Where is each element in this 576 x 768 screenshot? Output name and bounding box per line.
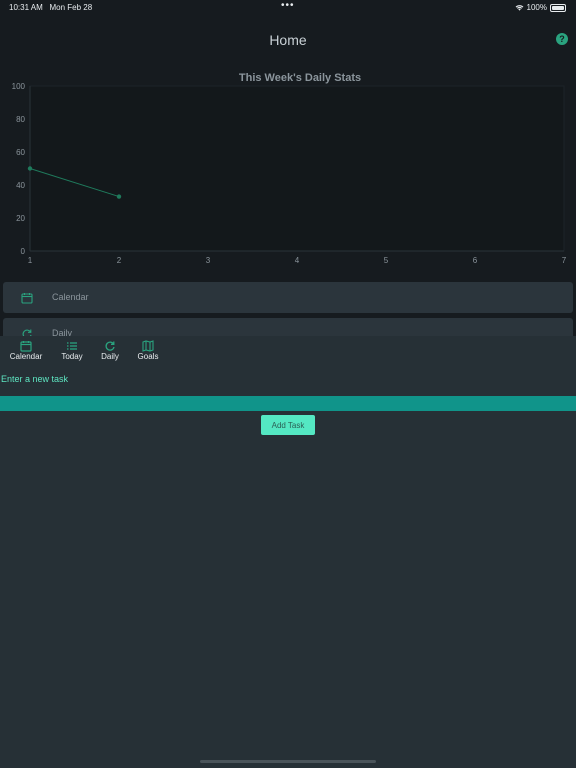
battery-percent: 100% xyxy=(526,3,547,12)
chart-title: This Week's Daily Stats xyxy=(239,72,361,84)
y-tick-label: 20 xyxy=(16,214,25,223)
x-tick-label: 1 xyxy=(28,256,33,265)
y-tick-label: 100 xyxy=(12,82,26,91)
y-tick-label: 0 xyxy=(21,247,26,256)
y-tick-label: 80 xyxy=(16,115,25,124)
menu-item-label: Calendar xyxy=(52,292,89,302)
status-time: 10:31 AM Mon Feb 28 xyxy=(9,3,92,12)
x-tick-label: 4 xyxy=(295,256,300,265)
new-task-label: Enter a new task xyxy=(1,374,69,384)
tab-calendar[interactable]: Calendar xyxy=(6,336,46,366)
data-point xyxy=(27,166,33,171)
x-tick-label: 6 xyxy=(473,256,478,265)
tab-today[interactable]: Today xyxy=(52,336,92,366)
tab-bar: Calendar Today Daily Goals xyxy=(0,336,170,366)
battery-icon xyxy=(550,3,566,12)
y-tick-label: 40 xyxy=(16,181,25,190)
new-task-input[interactable] xyxy=(0,396,576,411)
tab-goals[interactable]: Goals xyxy=(128,336,168,366)
x-tick-label: 5 xyxy=(384,256,389,265)
tab-label: Today xyxy=(61,352,83,361)
tab-label: Daily xyxy=(101,352,119,361)
x-tick-label: 2 xyxy=(117,256,122,265)
question-circle-icon: ? xyxy=(559,34,565,44)
menu-item-calendar[interactable]: Calendar xyxy=(3,282,573,313)
help-button[interactable]: ? xyxy=(556,33,568,45)
page-title: Home xyxy=(269,32,307,48)
calendar-icon xyxy=(21,291,33,309)
wifi-icon xyxy=(515,5,523,11)
tab-label: Calendar xyxy=(9,352,43,361)
x-tick-label: 7 xyxy=(562,256,567,265)
plot-area xyxy=(29,85,565,252)
home-indicator[interactable] xyxy=(200,760,376,763)
multitasking-dots[interactable]: ••• xyxy=(281,0,295,11)
tab-daily[interactable]: Daily xyxy=(90,336,130,366)
y-tick-label: 60 xyxy=(16,148,25,157)
status-right: 100% xyxy=(515,3,566,12)
clock-text: 10:31 AM xyxy=(9,3,43,12)
data-point xyxy=(116,194,122,199)
x-tick-label: 3 xyxy=(206,256,211,265)
add-task-button[interactable]: Add Task xyxy=(261,415,315,435)
task-panel: Calendar Today Daily Goals Enter a new t… xyxy=(0,336,576,768)
status-bar: 10:31 AM Mon Feb 28 ••• 100% xyxy=(0,0,576,14)
daily-stats-chart: This Week's Daily Stats 0 20 40 60 80 100 1 2 3 4 5… xyxy=(0,66,576,276)
tab-label: Goals xyxy=(137,352,159,361)
chart-svg: This Week's Daily Stats 0 20 40 60 80 100 1 2 3 4 5… xyxy=(12,72,567,265)
date-text: Mon Feb 28 xyxy=(49,3,93,12)
